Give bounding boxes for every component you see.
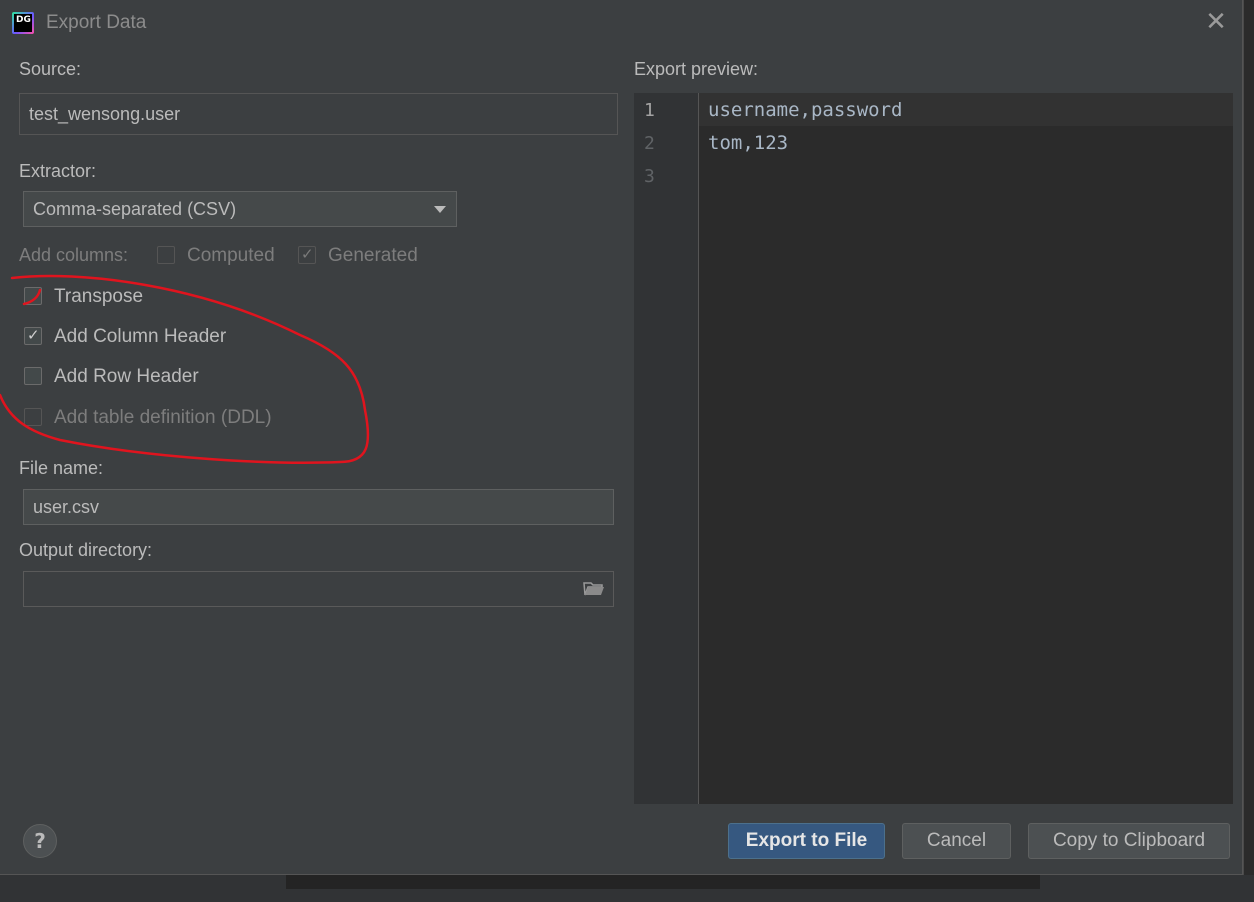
file-name-value: user.csv	[33, 497, 100, 517]
file-name-input[interactable]: user.csv	[23, 489, 614, 525]
add-table-definition-checkbox[interactable]	[24, 408, 42, 426]
source-field[interactable]: test_wensong.user	[19, 93, 618, 135]
add-column-header-checkbox[interactable]: ✓	[24, 326, 42, 345]
line-number: 2	[644, 133, 655, 154]
window-title: Export Data	[46, 12, 147, 33]
transpose-label: Transpose	[54, 286, 144, 307]
title-bar: DG Export Data ✕	[0, 0, 1243, 48]
extractor-selected-value: Comma-separated (CSV)	[33, 199, 237, 219]
source-value: test_wensong.user	[29, 104, 181, 124]
app-icon-text: DG	[14, 14, 32, 32]
add-row-header-label: Add Row Header	[54, 366, 199, 387]
checkmark-icon: ✓	[27, 326, 40, 344]
folder-icon[interactable]	[583, 581, 605, 597]
generated-label: Generated	[328, 245, 418, 266]
output-directory-input[interactable]	[23, 571, 614, 607]
line-number: 1	[644, 100, 655, 121]
extractor-label: Extractor:	[19, 161, 97, 181]
export-preview-label: Export preview:	[634, 59, 759, 79]
extractor-dropdown[interactable]: Comma-separated (CSV)	[23, 191, 457, 227]
computed-checkbox[interactable]	[157, 246, 175, 264]
export-to-file-button[interactable]: Export to File	[728, 823, 885, 859]
add-row-header-checkbox[interactable]	[24, 367, 42, 385]
checkmark-icon: ✓	[301, 245, 314, 263]
line-number-gutter: 1 2 3	[634, 93, 699, 804]
output-directory-label: Output directory:	[19, 540, 153, 560]
background-editor-edge	[1243, 0, 1254, 875]
transpose-checkbox[interactable]	[24, 287, 42, 305]
generated-checkbox[interactable]: ✓	[298, 245, 316, 264]
add-table-definition-label: Add table definition (DDL)	[54, 407, 272, 428]
computed-label: Computed	[187, 245, 275, 266]
export-data-dialog: DG Export Data ✕ Source: test_wensong.us…	[0, 0, 1243, 875]
export-preview-editor[interactable]: 1 2 3 username,password tom,123	[634, 93, 1233, 804]
add-column-header-label: Add Column Header	[54, 326, 227, 347]
close-icon[interactable]: ✕	[1202, 8, 1230, 36]
preview-line: tom,123	[708, 132, 789, 154]
add-columns-label: Add columns:	[19, 245, 129, 265]
cancel-button[interactable]: Cancel	[902, 823, 1011, 859]
file-name-label: File name:	[19, 458, 104, 478]
help-icon[interactable]: ?	[23, 824, 57, 858]
datagrip-logo-icon: DG	[12, 12, 34, 34]
chevron-down-icon	[434, 206, 446, 213]
background-status-strip	[286, 875, 1040, 889]
line-number: 3	[644, 166, 655, 187]
preview-line: username,password	[708, 99, 903, 121]
copy-to-clipboard-button[interactable]: Copy to Clipboard	[1028, 823, 1230, 859]
source-label: Source:	[19, 59, 82, 79]
